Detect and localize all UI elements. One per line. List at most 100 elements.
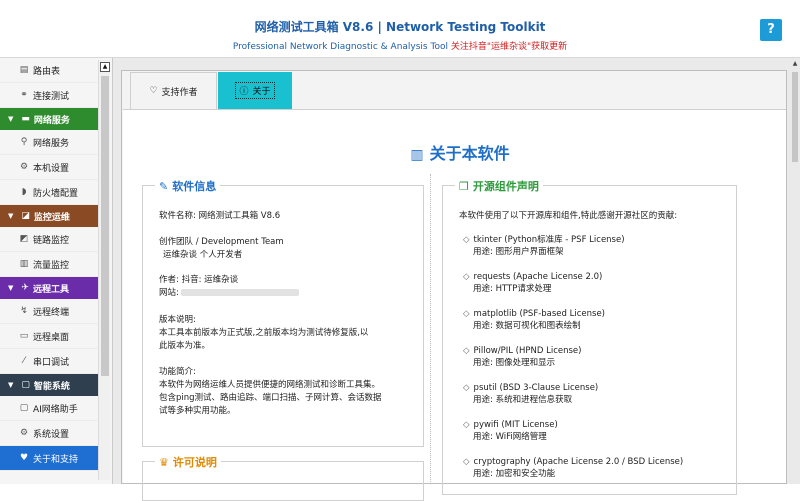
website-url-redacted[interactable] — [180, 289, 299, 296]
main-scrollbar[interactable]: ▲ — [790, 58, 800, 484]
sidebar-group-network-services[interactable]: ▼ ▬ 网络服务 — [0, 108, 98, 130]
intro-line: 试等多种实用功能。 — [159, 406, 236, 416]
license-box: ♛ 许可说明 — [142, 454, 424, 501]
license-legend: ♛ 许可说明 — [155, 454, 221, 470]
scroll-up-icon[interactable]: ▲ — [791, 60, 799, 68]
intro-title: 功能简介: — [159, 367, 196, 377]
sidebar-item-label: 远程终端 — [33, 307, 70, 318]
terminal-icon: ↯ — [20, 306, 28, 316]
website-row: 网站: — [159, 287, 299, 299]
app-title: 网络测试工具箱 V8.6 | Network Testing Toolkit — [254, 20, 546, 34]
sidebar-group-remote-tools[interactable]: ▼ ✈ 远程工具 — [0, 277, 98, 299]
component-name-text: psutil (BSD 3-Clause License) — [473, 383, 599, 393]
component-name-text: cryptography (Apache License 2.0 / BSD L… — [473, 457, 684, 467]
component-name-text: pywifi (MIT License) — [473, 420, 558, 430]
sidebar-item-label: 网络服务 — [33, 138, 70, 149]
bar-chart-icon: ▥ — [19, 259, 29, 269]
about-title-text: 关于本软件 — [429, 144, 510, 163]
sidebar-group-label: 远程工具 — [32, 284, 69, 295]
app-header: 网络测试工具箱 V8.6 | Network Testing Toolkit P… — [0, 0, 800, 58]
website-label: 网站: — [159, 288, 179, 298]
intro-line: 包含ping测试、路由追踪、端口扫描、子网计算、会话数据 — [159, 393, 382, 403]
component-name-text: tkinter (Python标准库 - PSF License) — [473, 235, 625, 245]
sidebar-item-system-settings[interactable]: ⚙ 系统设置 — [0, 421, 98, 446]
sidebar-item-label: 本机设置 — [33, 163, 70, 174]
diamond-icon: ◇ — [463, 457, 470, 467]
heart-icon: ♡ — [149, 86, 158, 96]
component-name-text: requests (Apache License 2.0) — [473, 272, 603, 282]
sidebar-group-label: 网络服务 — [33, 115, 70, 126]
scrollbar-thumb[interactable] — [792, 72, 798, 162]
sidebar-item-label: 链路监控 — [33, 235, 70, 246]
sidebar-item-label: 连接测试 — [33, 91, 70, 102]
version-line: 此版本为准。 — [159, 341, 211, 351]
sidebar-item-label: 防火墙配置 — [33, 188, 79, 199]
sidebar-item-traffic-monitor[interactable]: ▥ 流量监控 — [0, 252, 98, 277]
component-name: ◇ cryptography (Apache License 2.0 / BSD … — [463, 456, 683, 468]
tab-about[interactable]: ⓘ 关于 — [218, 72, 292, 109]
sidebar-item-ai-assistant[interactable]: ▢ AI网络助手 — [0, 396, 98, 421]
legend-text: 开源组件声明 — [472, 180, 539, 193]
sidebar-scrollbar[interactable]: ▲ — [98, 60, 110, 480]
subtitle-text: Professional Network Diagnostic & Analys… — [232, 42, 448, 52]
copy-icon: ❐ — [459, 180, 469, 193]
legend-text: 软件信息 — [172, 180, 217, 193]
component-use: 用途: 加密和安全功能 — [473, 469, 556, 479]
tab-label: 关于 — [252, 87, 271, 97]
author: 作者: 抖音: 运维杂谈 — [159, 275, 239, 285]
chart-icon: ◪ — [21, 211, 30, 221]
sidebar-item-local-settings[interactable]: ⚙ 本机设置 — [0, 155, 98, 180]
team-line: 创作团队 / Development Team — [159, 237, 284, 247]
sidebar-item-remote-desktop[interactable]: ▭ 远程桌面 — [0, 324, 98, 349]
scrollbar-thumb[interactable] — [101, 76, 109, 376]
sidebar-item-label: 串口调试 — [33, 357, 70, 368]
sidebar-item-link-monitor[interactable]: ◩ 链路监控 — [0, 227, 98, 252]
sidebar-group-monitoring[interactable]: ▼ ◪ 监控运维 — [0, 205, 98, 227]
sidebar-nav: ▤ 路由表 ⚭ 连接测试 ▼ ▬ 网络服务 ⚲ 网络服务 ⚙ 本机设置 ◗ 防火… — [0, 58, 98, 471]
diamond-icon: ◇ — [463, 346, 470, 356]
promo-text: 关注抖音"运维杂谈"获取更新 — [450, 42, 568, 52]
version-title: 版本说明: — [159, 315, 196, 325]
component-name-text: matplotlib (PSF-based License) — [473, 309, 605, 319]
diamond-icon: ◇ — [463, 235, 470, 245]
open-source-intro: 本软件使用了以下开源库和组件,特此感谢开源社区的贡献: — [459, 211, 678, 221]
column-divider — [430, 174, 431, 484]
sidebar-item-routing-table[interactable]: ▤ 路由表 — [0, 58, 98, 83]
diamond-icon: ◇ — [463, 309, 470, 319]
tab-label: 支持作者 — [161, 87, 198, 98]
about-panel: ▥ 关于本软件 ✎ 软件信息 软件名称: 网络测试工具箱 V8.6 创作团队 / D… — [123, 109, 786, 501]
sidebar-item-network-services[interactable]: ⚲ 网络服务 — [0, 130, 98, 155]
sidebar-item-label: AI网络助手 — [33, 404, 78, 415]
software-info-legend: ✎ 软件信息 — [155, 178, 221, 194]
trophy-icon: ♛ — [159, 456, 169, 469]
sidebar-item-label: 关于和支持 — [33, 454, 79, 465]
component-name: ◇ tkinter (Python标准库 - PSF License) — [463, 234, 625, 246]
gear-icon: ⚙ — [19, 162, 29, 172]
sidebar-item-label: 路由表 — [33, 66, 61, 77]
sidebar-group-label: 监控运维 — [33, 212, 70, 223]
open-source-box: ❐ 开源组件声明 本软件使用了以下开源库和组件,特此感谢开源社区的贡献: ◇ tki… — [442, 178, 737, 495]
remote-icon: ✈ — [21, 283, 29, 293]
main-area: ♡ 支持作者 ⓘ 关于 ▥ 关于本软件 ✎ 软件信息 软件名称: 网络测试工具箱 V8… — [113, 58, 800, 501]
scroll-up-icon[interactable]: ▲ — [100, 62, 110, 72]
sidebar-item-remote-terminal[interactable]: ↯ 远程终端 — [0, 299, 98, 324]
chevron-down-icon: ▼ — [8, 381, 14, 389]
component-name-text: Pillow/PIL (HPND License) — [473, 346, 582, 356]
tab-label-box: ⓘ 关于 — [235, 82, 275, 99]
component-name: ◇ requests (Apache License 2.0) — [463, 271, 602, 283]
sidebar-item-connection-test[interactable]: ⚭ 连接测试 — [0, 83, 98, 108]
sidebar-group-smart-system[interactable]: ▼ ▢ 智能系统 — [0, 374, 98, 396]
sidebar-item-about-support[interactable]: ♥ 关于和支持 — [0, 446, 98, 471]
open-source-legend: ❐ 开源组件声明 — [455, 178, 543, 194]
tab-support-author[interactable]: ♡ 支持作者 — [130, 72, 217, 109]
heart-icon: ♥ — [19, 453, 29, 463]
link-monitor-icon: ◩ — [19, 234, 29, 244]
sidebar-item-serial-debug[interactable]: ⁄ 串口调试 — [0, 349, 98, 374]
component-name: ◇ pywifi (MIT License) — [463, 419, 558, 431]
help-button[interactable]: ? — [760, 19, 782, 41]
component-name: ◇ psutil (BSD 3-Clause License) — [463, 382, 598, 394]
chevron-down-icon: ▼ — [8, 212, 14, 220]
desktop-icon: ▭ — [19, 331, 29, 341]
software-info-box: ✎ 软件信息 软件名称: 网络测试工具箱 V8.6 创作团队 / Developm… — [142, 178, 424, 447]
sidebar-item-firewall[interactable]: ◗ 防火墙配置 — [0, 180, 98, 205]
